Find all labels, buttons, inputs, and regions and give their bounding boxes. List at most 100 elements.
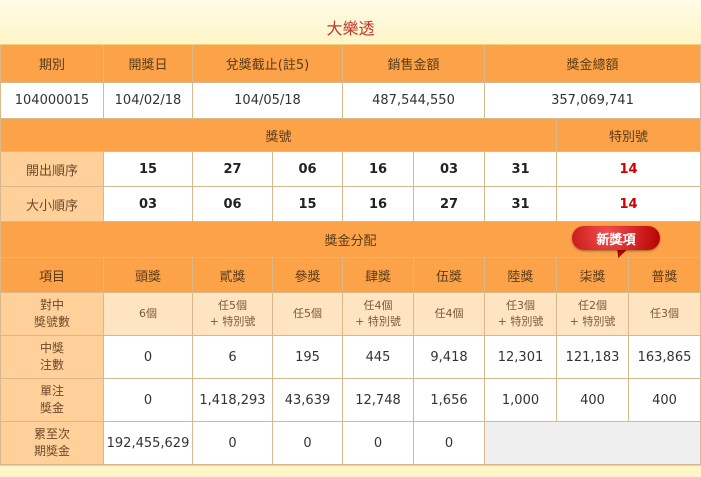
summary-header-row: 期別 開獎日 兌獎截止(註5) 銷售金額 獎金總額 — [0, 45, 701, 83]
new-prize-badge-label: 新獎項 — [572, 226, 660, 250]
match-line2: + 特別號 — [569, 315, 616, 328]
special-ball-number: 14 — [557, 152, 701, 187]
page-title-bar: 大樂透 — [0, 0, 701, 45]
amount-label: 單注 獎金 — [0, 379, 104, 422]
tier-label: 參獎 — [273, 258, 343, 293]
amount-cell: 1,000 — [485, 379, 557, 422]
draw-order-row: 開出順序 15 27 06 16 03 31 14 — [0, 152, 701, 187]
match-label-line2: 獎號數 — [33, 315, 70, 329]
match-cell: 任4個 — [414, 293, 485, 336]
ball-number: 27 — [414, 187, 485, 222]
rollover-row: 累至次 期獎金 192,455,629 0 0 0 0 — [0, 422, 701, 465]
winners-cell: 195 — [273, 336, 343, 379]
ball-number: 03 — [414, 152, 485, 187]
amount-label-line2: 獎金 — [39, 401, 64, 415]
tier-label: 肆獎 — [343, 258, 414, 293]
winners-cell: 12,301 — [485, 336, 557, 379]
rollover-label-line1: 累至次 — [33, 427, 70, 441]
period-value: 104000015 — [0, 83, 104, 119]
tier-label: 貳獎 — [193, 258, 273, 293]
amount-cell: 400 — [557, 379, 629, 422]
amount-cell: 12,748 — [343, 379, 414, 422]
match-line1: 任3個 — [506, 299, 535, 312]
tier-label: 伍獎 — [414, 258, 485, 293]
claim-deadline-value: 104/05/18 — [193, 83, 343, 119]
rollover-cell: 0 — [273, 422, 343, 465]
item-label: 項目 — [0, 258, 104, 293]
match-line2: + 特別號 — [355, 315, 401, 328]
amount-cell: 400 — [629, 379, 701, 422]
match-row: 對中 獎號數 6個 任5個 + 特別號 任5個 任4個 + 特別號 任4個 任3個 +… — [0, 293, 701, 336]
winners-cell: 163,865 — [629, 336, 701, 379]
tier-header-row: 項目 頭獎 貳獎 參獎 肆獎 伍獎 陸獎 柒獎 普獎 — [0, 258, 701, 293]
draw-date-value: 104/02/18 — [104, 83, 193, 119]
match-line2: + 特別號 — [209, 315, 256, 328]
match-line1: 任4個 — [363, 299, 393, 312]
col-prize-total-label: 獎金總額 — [485, 45, 701, 83]
winners-cell: 0 — [104, 336, 193, 379]
size-order-label: 大小順序 — [0, 187, 104, 222]
page-title: 大樂透 — [326, 19, 375, 38]
amount-cell: 1,418,293 — [193, 379, 273, 422]
winners-label-line2: 注數 — [39, 358, 64, 372]
rollover-cell: 0 — [193, 422, 273, 465]
amount-label-line1: 單注 — [39, 384, 64, 398]
rollover-label-line2: 期獎金 — [33, 444, 70, 458]
match-cell: 任3個 + 特別號 — [485, 293, 557, 336]
ball-number: 06 — [273, 152, 343, 187]
rollover-empty-cell — [485, 422, 701, 465]
winners-row: 中獎 注數 0 6 195 445 9,418 12,301 121,183 1… — [0, 336, 701, 379]
rollover-label: 累至次 期獎金 — [0, 422, 104, 465]
prize-total-value: 357,069,741 — [485, 83, 701, 119]
summary-value-row: 104000015 104/02/18 104/05/18 487,544,55… — [0, 83, 701, 119]
ball-number: 16 — [343, 152, 414, 187]
winners-cell: 121,183 — [557, 336, 629, 379]
amount-row: 單注 獎金 0 1,418,293 43,639 12,748 1,656 1,… — [0, 379, 701, 422]
amount-cell: 43,639 — [273, 379, 343, 422]
col-sales-label: 銷售金額 — [343, 45, 485, 83]
tier-label: 陸獎 — [485, 258, 557, 293]
ball-number: 31 — [485, 187, 557, 222]
match-line1: 任5個 — [293, 307, 322, 320]
match-cell: 6個 — [104, 293, 193, 336]
winners-label-line1: 中獎 — [39, 341, 64, 355]
ball-number: 16 — [343, 187, 414, 222]
match-cell: 任3個 — [629, 293, 701, 336]
amount-cell: 1,656 — [414, 379, 485, 422]
rollover-cell: 0 — [414, 422, 485, 465]
tier-label: 普獎 — [629, 258, 701, 293]
winners-cell: 445 — [343, 336, 414, 379]
new-prize-badge: 新獎項 — [572, 226, 660, 258]
numbers-header-row: 獎號 特別號 — [0, 119, 701, 152]
match-line1: 任2個 — [578, 299, 607, 312]
special-ball-number: 14 — [557, 187, 701, 222]
main-numbers-label: 獎號 — [0, 119, 557, 152]
ball-number: 06 — [193, 187, 273, 222]
match-label: 對中 獎號數 — [0, 293, 104, 336]
col-period-label: 期別 — [0, 45, 104, 83]
match-line1: 任4個 — [434, 307, 464, 320]
match-cell: 任5個 — [273, 293, 343, 336]
rollover-cell: 0 — [343, 422, 414, 465]
match-line1: 任3個 — [650, 307, 679, 320]
size-order-row: 大小順序 03 06 15 16 27 31 14 — [0, 187, 701, 222]
col-claim-deadline-label: 兌獎截止(註5) — [193, 45, 343, 83]
tier-label: 頭獎 — [104, 258, 193, 293]
ball-number: 15 — [273, 187, 343, 222]
match-line1: 6個 — [139, 307, 157, 320]
winners-label: 中獎 注數 — [0, 336, 104, 379]
match-label-line1: 對中 — [39, 298, 64, 312]
match-line2: + 特別號 — [497, 315, 544, 328]
col-draw-date-label: 開獎日 — [104, 45, 193, 83]
ball-number: 03 — [104, 187, 193, 222]
tier-label: 柒獎 — [557, 258, 629, 293]
sales-value: 487,544,550 — [343, 83, 485, 119]
special-number-label: 特別號 — [557, 119, 701, 152]
ball-number: 27 — [193, 152, 273, 187]
amount-cell: 0 — [104, 379, 193, 422]
match-line1: 任5個 — [218, 299, 247, 312]
ball-number: 15 — [104, 152, 193, 187]
draw-order-label: 開出順序 — [0, 152, 104, 187]
match-cell: 任2個 + 特別號 — [557, 293, 629, 336]
match-cell: 任5個 + 特別號 — [193, 293, 273, 336]
